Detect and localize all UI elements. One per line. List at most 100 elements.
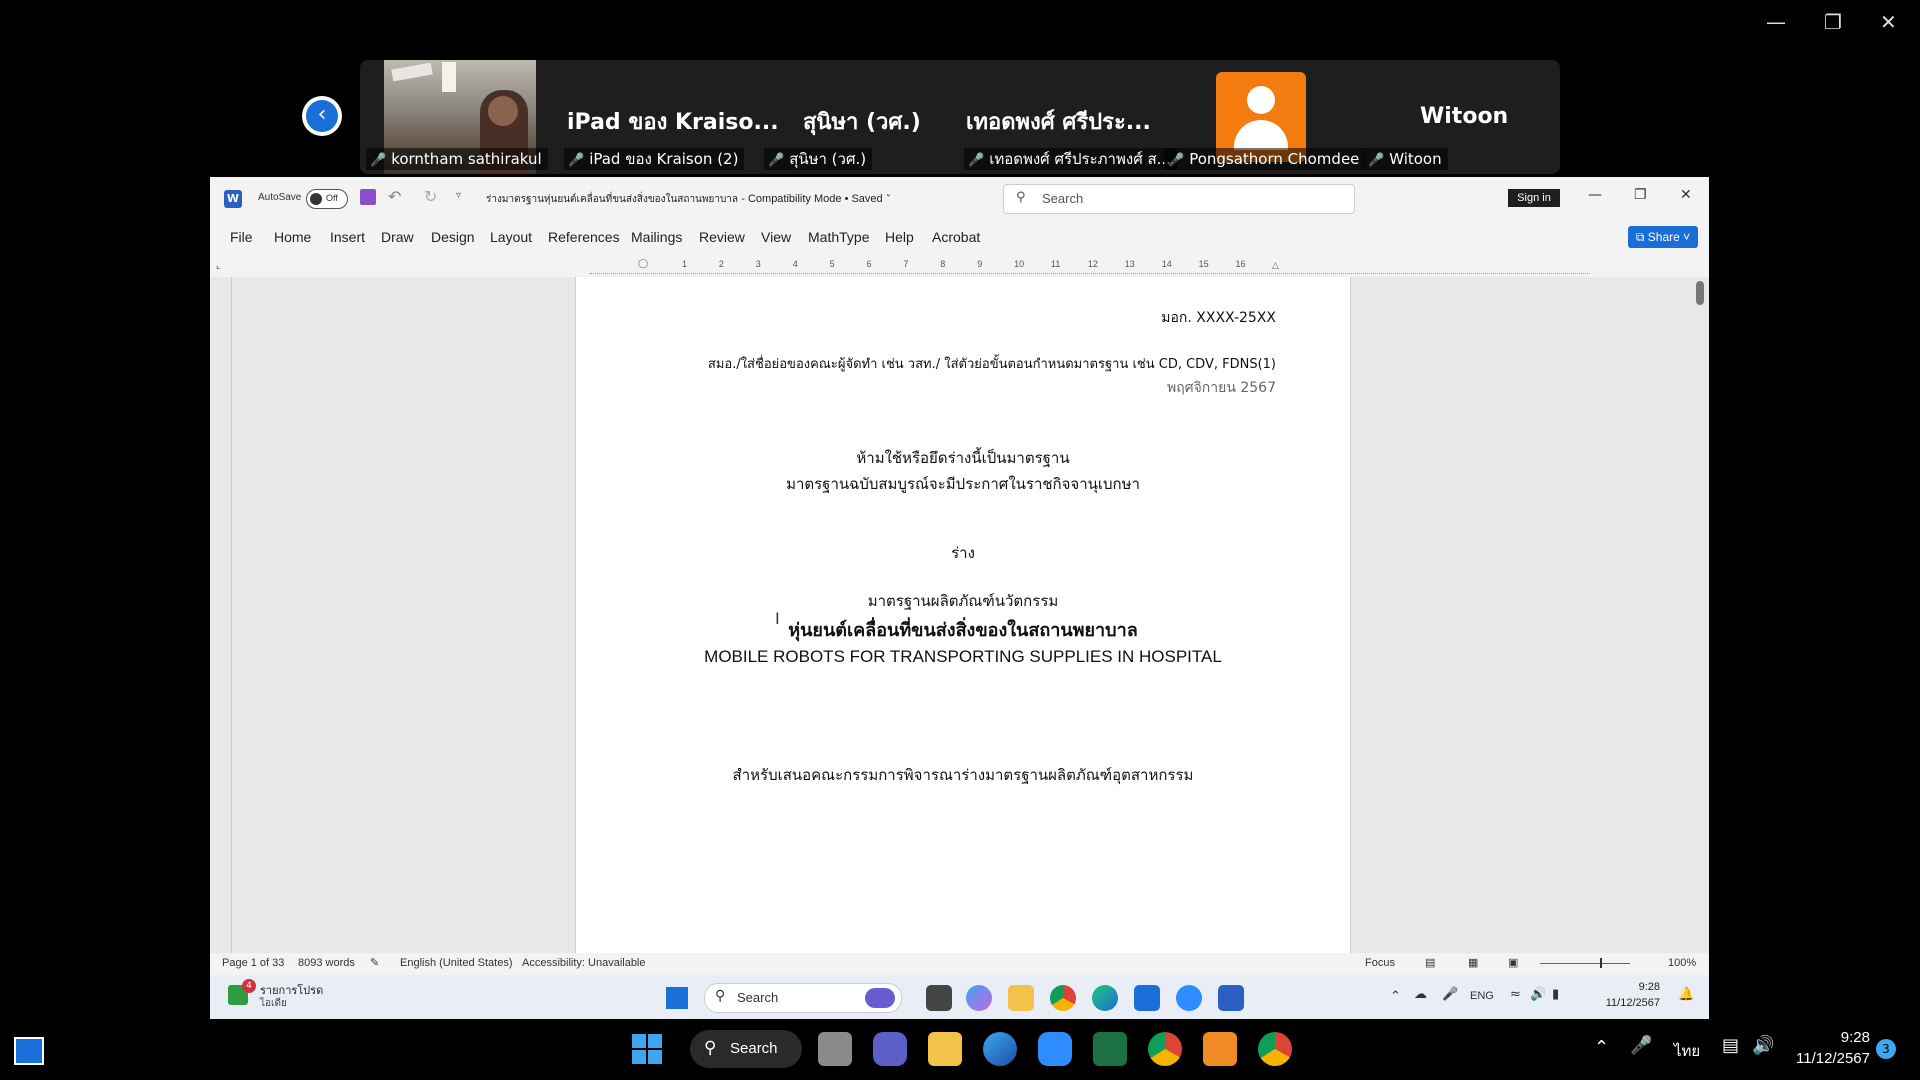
- file-explorer-icon[interactable]: [928, 1032, 962, 1066]
- copilot-icon[interactable]: [966, 985, 992, 1011]
- sign-in-button[interactable]: Sign in: [1508, 189, 1560, 207]
- customize-toolbar-icon[interactable]: ▿: [456, 190, 461, 201]
- input-language[interactable]: ไทย: [1674, 1039, 1700, 1063]
- input-language[interactable]: ENG: [1470, 990, 1494, 1002]
- meet-icon[interactable]: [873, 1032, 907, 1066]
- restore-icon[interactable]: ❐: [1824, 10, 1842, 34]
- redo-icon[interactable]: ↻: [424, 187, 437, 206]
- start-icon[interactable]: [666, 987, 688, 1009]
- onedrive-icon[interactable]: ☁: [1414, 987, 1427, 1002]
- search-box[interactable]: ⚲ Search: [1003, 184, 1355, 214]
- language-status[interactable]: English (United States): [400, 957, 513, 969]
- chrome-icon[interactable]: [1148, 1032, 1182, 1066]
- store-icon[interactable]: [1134, 985, 1160, 1011]
- ruler-number: 10: [1014, 259, 1025, 269]
- task-view-icon[interactable]: [818, 1032, 852, 1066]
- autosave-label: AutoSave: [258, 192, 302, 203]
- zoom-icon[interactable]: [1038, 1032, 1072, 1066]
- microphone-icon[interactable]: 🎤: [1630, 1035, 1652, 1056]
- tab-mathtype[interactable]: MathType: [808, 229, 869, 245]
- close-icon[interactable]: ✕: [1880, 10, 1897, 34]
- volume-icon[interactable]: 🔊: [1752, 1035, 1774, 1056]
- taskbar-search[interactable]: ⚲ Search: [704, 983, 902, 1013]
- excel-icon[interactable]: [1093, 1032, 1127, 1066]
- widgets-icon[interactable]: [14, 1037, 44, 1065]
- ie-icon[interactable]: [983, 1032, 1017, 1066]
- word-icon[interactable]: [1218, 985, 1244, 1011]
- tab-draw[interactable]: Draw: [381, 229, 414, 245]
- warning-line-2: มาตรฐานฉบับสมบูรณ์จะมีประกาศในราชกิจจานุ…: [786, 475, 1140, 493]
- purpose-line: สำหรับเสนอคณะกรรมการพิจารณาร่างมาตรฐานผล…: [732, 766, 1194, 784]
- focus-button[interactable]: Focus: [1365, 957, 1395, 969]
- close-icon[interactable]: ✕: [1680, 187, 1692, 203]
- chevron-up-icon[interactable]: ⌃: [1594, 1037, 1609, 1058]
- autosave-toggle[interactable]: Off: [306, 189, 348, 209]
- word-count[interactable]: 8093 words: [298, 957, 355, 969]
- previous-page-button[interactable]: ‹: [302, 96, 342, 136]
- print-layout-icon[interactable]: ▦: [1468, 956, 1478, 969]
- clock-time[interactable]: 9:28: [1790, 1029, 1870, 1046]
- read-mode-icon[interactable]: ▤: [1425, 956, 1435, 969]
- ruler-number: 7: [903, 259, 909, 269]
- participant-tile-name: สุนิษา (วศ.): [803, 110, 921, 135]
- accessibility-status[interactable]: Accessibility: Unavailable: [522, 957, 646, 969]
- notification-badge: 4: [242, 979, 256, 993]
- file-explorer-icon[interactable]: [1008, 985, 1034, 1011]
- ruler: ⌞ ◯ △ 1 2 3 4 5 6 7 8 9 10 11 12 13 14 15 16: [210, 257, 1709, 277]
- start-icon[interactable]: [632, 1034, 662, 1064]
- chevron-up-icon[interactable]: ⌃: [1390, 989, 1401, 1004]
- edge-icon[interactable]: [1092, 985, 1118, 1011]
- tab-file[interactable]: File: [230, 229, 253, 245]
- taskbar: ⚲ Search ⌃ 🎤 ไทย ▤ 🔊 9:28 11/12/2567 3: [0, 1019, 1920, 1080]
- wifi-icon[interactable]: ≈: [1510, 987, 1521, 1002]
- web-layout-icon[interactable]: ▣: [1508, 956, 1518, 969]
- minimize-icon[interactable]: —: [1588, 187, 1602, 203]
- document-title[interactable]: ร่างมาตรฐานหุ่นยนต์เคลื่อนที่ขนส่งสิ่งขอ…: [486, 192, 891, 207]
- clock-time[interactable]: 9:28: [1590, 981, 1660, 993]
- page-count[interactable]: Page 1 of 33: [222, 957, 284, 969]
- tab-acrobat[interactable]: Acrobat: [932, 229, 980, 245]
- chrome-icon[interactable]: [1258, 1032, 1292, 1066]
- committee-line: สมอ./ใส่ชื่อย่อของคณะผู้จัดทำ เช่น วสท./…: [707, 357, 1276, 372]
- share-button[interactable]: ⧉ Share ˅: [1628, 226, 1698, 248]
- tab-layout[interactable]: Layout: [490, 229, 532, 245]
- microphone-icon[interactable]: 🎤: [1442, 987, 1458, 1002]
- undo-icon[interactable]: ↶: [388, 187, 401, 206]
- tab-help[interactable]: Help: [885, 229, 914, 245]
- tab-view[interactable]: View: [761, 229, 791, 245]
- zoom-slider[interactable]: [1540, 963, 1630, 964]
- bell-icon[interactable]: 🔔: [1678, 987, 1694, 1002]
- minimize-icon[interactable]: —: [1766, 10, 1786, 34]
- tab-design[interactable]: Design: [431, 229, 475, 245]
- ruler-number: 1: [682, 259, 688, 269]
- restore-icon[interactable]: ❐: [1634, 187, 1647, 203]
- volume-icon[interactable]: 🔊: [1530, 987, 1546, 1002]
- document-page[interactable]: มอก. XXXX-25XX สมอ./ใส่ชื่อย่อของคณะผู้จ…: [575, 277, 1351, 953]
- taskbar-search[interactable]: ⚲ Search: [690, 1030, 802, 1068]
- share-icon: ⧉: [1635, 230, 1645, 244]
- tab-review[interactable]: Review: [699, 229, 745, 245]
- tab-insert[interactable]: Insert: [330, 229, 365, 245]
- zoom-level[interactable]: 100%: [1668, 957, 1696, 969]
- battery-icon[interactable]: ▮: [1552, 987, 1559, 1002]
- notification-count[interactable]: 3: [1876, 1039, 1896, 1059]
- participant-label: 🎤 Witoon: [1364, 148, 1448, 170]
- vertical-scrollbar[interactable]: [1696, 281, 1704, 305]
- tab-mailings[interactable]: Mailings: [631, 229, 682, 245]
- tab-references[interactable]: References: [548, 229, 620, 245]
- left-gutter: [231, 277, 232, 953]
- pdf-icon[interactable]: [1203, 1032, 1237, 1066]
- clock-date[interactable]: 11/12/2567: [1790, 1050, 1870, 1067]
- save-icon[interactable]: [360, 189, 376, 205]
- zoom-icon[interactable]: [1176, 985, 1202, 1011]
- ruler-number: 16: [1235, 259, 1246, 269]
- proofing-icon[interactable]: ✎: [370, 956, 379, 969]
- network-icon[interactable]: ▤: [1722, 1035, 1739, 1056]
- ruler-number: 4: [792, 259, 798, 269]
- tab-home[interactable]: Home: [274, 229, 311, 245]
- ruler-numbers: 1 2 3 4 5 6 7 8 9 10 11 12 13 14 15 16: [210, 259, 1709, 275]
- clock-date[interactable]: 11/12/2567: [1590, 997, 1660, 1009]
- task-view-icon[interactable]: [926, 985, 952, 1011]
- ruler-number: 12: [1087, 259, 1098, 269]
- chrome-icon[interactable]: [1050, 985, 1076, 1011]
